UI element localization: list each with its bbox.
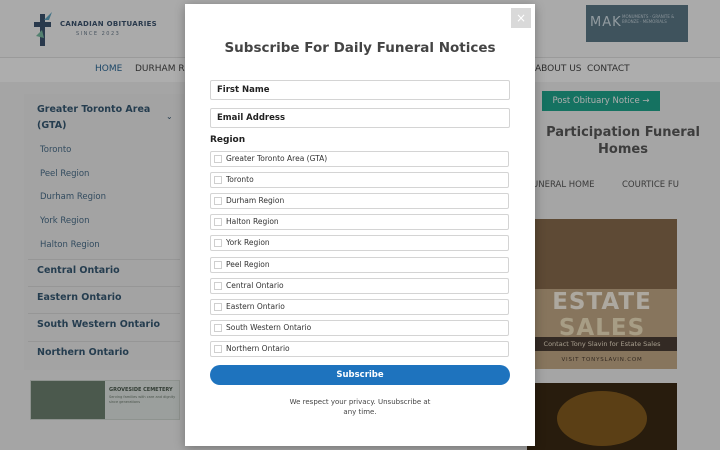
region-option-south-western[interactable]: South Western Ontario — [210, 320, 509, 336]
region-option-york[interactable]: York Region — [210, 235, 509, 251]
region-option-label: Halton Region — [226, 217, 279, 226]
region-option-northern[interactable]: Northern Ontario — [210, 341, 509, 357]
region-option-peel[interactable]: Peel Region — [210, 257, 509, 273]
region-option-label: Greater Toronto Area (GTA) — [226, 154, 328, 163]
region-option-label: York Region — [226, 238, 270, 247]
region-option-durham[interactable]: Durham Region — [210, 193, 509, 209]
region-option-label: Durham Region — [226, 196, 285, 205]
checkbox[interactable] — [214, 176, 222, 184]
region-option-gta[interactable]: Greater Toronto Area (GTA) — [210, 151, 509, 167]
region-option-central[interactable]: Central Ontario — [210, 278, 509, 294]
region-option-toronto[interactable]: Toronto — [210, 172, 509, 188]
first-name-field[interactable] — [210, 80, 510, 100]
checkbox[interactable] — [214, 155, 222, 163]
privacy-note: We respect your privacy. Unsubscribe at … — [289, 398, 431, 416]
region-option-label: Toronto — [226, 175, 254, 184]
region-option-label: Peel Region — [226, 260, 270, 269]
close-button[interactable]: × — [511, 8, 531, 28]
checkbox[interactable] — [214, 261, 222, 269]
checkbox[interactable] — [214, 197, 222, 205]
region-option-label: Northern Ontario — [226, 344, 290, 353]
region-label: Region — [210, 135, 246, 145]
region-option-eastern[interactable]: Eastern Ontario — [210, 299, 509, 315]
email-field[interactable] — [210, 108, 510, 128]
checkbox[interactable] — [214, 303, 222, 311]
region-option-label: Eastern Ontario — [226, 302, 285, 311]
subscribe-modal: × Subscribe For Daily Funeral Notices Re… — [185, 4, 535, 446]
checkbox[interactable] — [214, 345, 222, 353]
checkbox[interactable] — [214, 324, 222, 332]
region-option-label: South Western Ontario — [226, 323, 312, 332]
checkbox[interactable] — [214, 239, 222, 247]
modal-title: Subscribe For Daily Funeral Notices — [224, 40, 496, 56]
checkbox[interactable] — [214, 218, 222, 226]
checkbox[interactable] — [214, 282, 222, 290]
subscribe-button[interactable]: Subscribe — [210, 365, 510, 385]
region-option-halton[interactable]: Halton Region — [210, 214, 509, 230]
region-option-label: Central Ontario — [226, 281, 284, 290]
